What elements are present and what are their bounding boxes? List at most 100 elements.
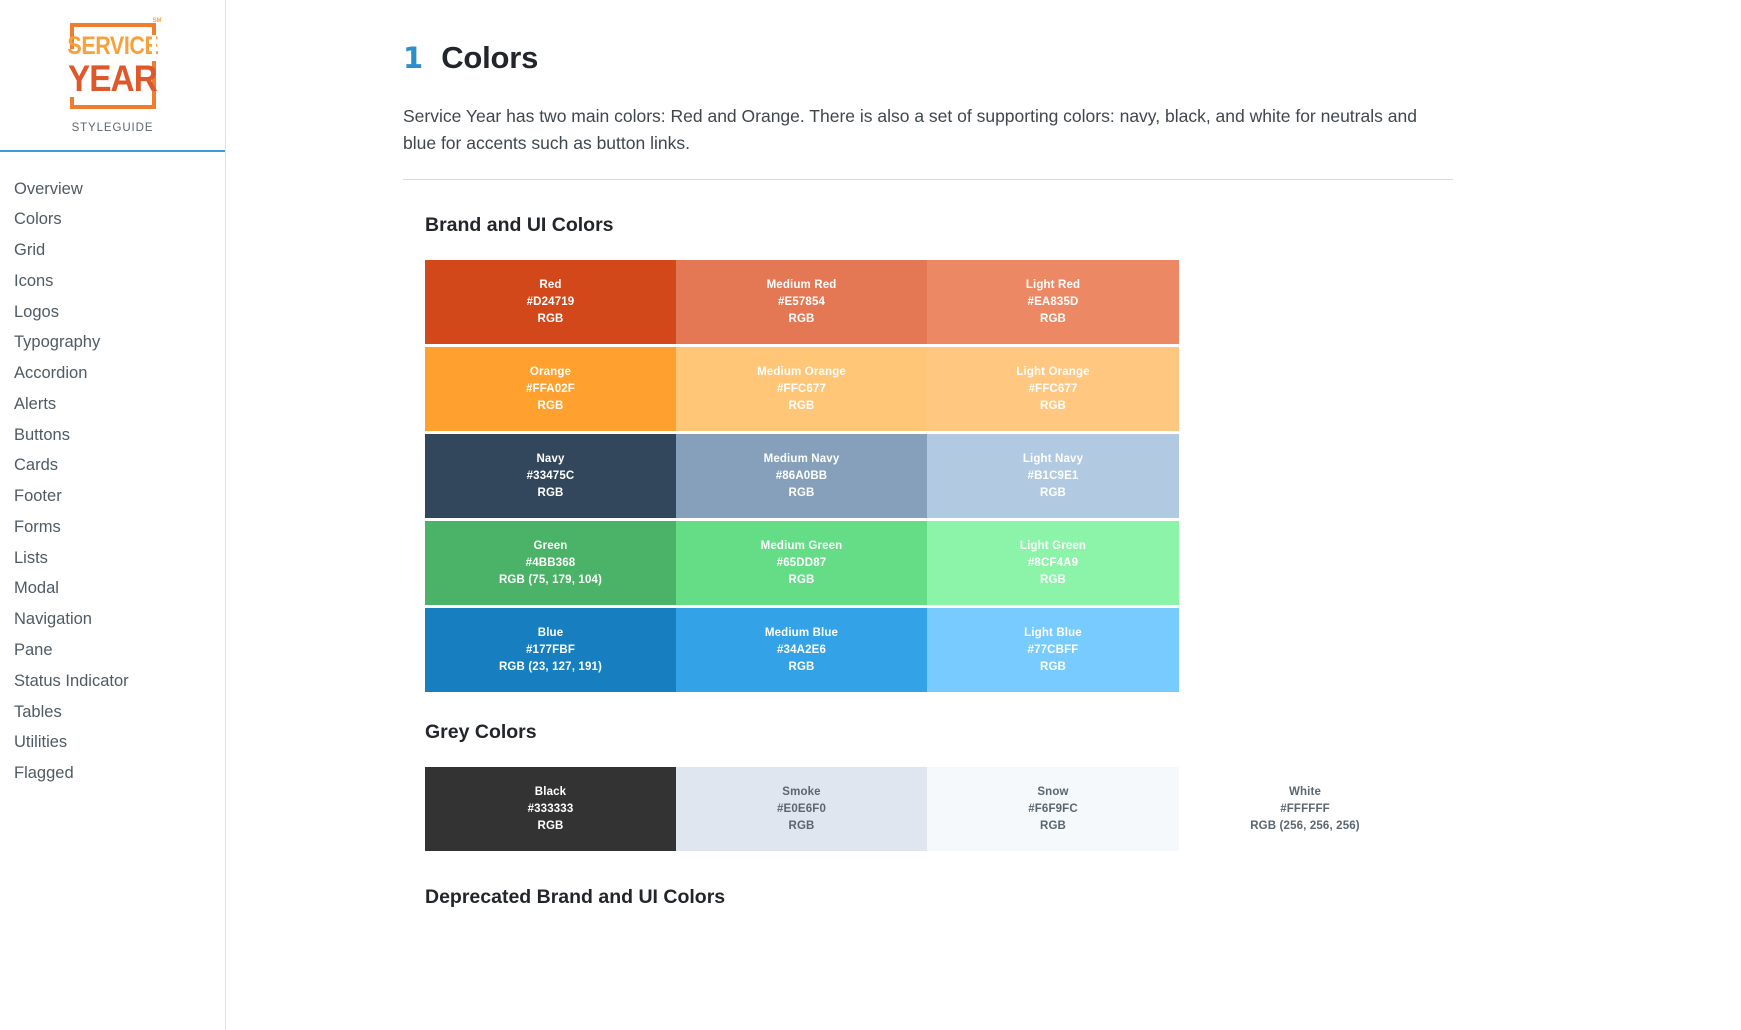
swatch-orange[interactable]: Orange #FFA02F RGB xyxy=(425,347,676,432)
page-heading: Colors xyxy=(441,40,539,75)
sidebar-item-colors[interactable]: Colors xyxy=(0,205,225,236)
sidebar-item-buttons[interactable]: Buttons xyxy=(0,420,225,451)
logo-word-year: YEAR xyxy=(68,58,158,99)
sidebar-item-status-indicator[interactable]: Status Indicator xyxy=(0,666,225,697)
swatch-black[interactable]: Black #333333 RGB xyxy=(425,767,676,852)
swatch-name: Orange xyxy=(529,366,572,379)
sidebar-nav: Overview Colors Grid Icons Logos Typogra… xyxy=(0,152,225,789)
sidebar-item-lists[interactable]: Lists xyxy=(0,543,225,574)
sidebar-item-typography[interactable]: Typography xyxy=(0,328,225,359)
swatch-hex: #177FBF xyxy=(526,643,575,656)
swatch-light-blue[interactable]: Light Blue #77CBFF RGB xyxy=(927,608,1179,693)
swatch-rgb: RGB xyxy=(537,312,564,325)
page-title: 1 Colors xyxy=(403,40,1591,76)
swatch-rgb: RGB xyxy=(1039,486,1066,499)
sidebar-item-overview[interactable]: Overview xyxy=(0,174,225,205)
logo-block[interactable]: SM SERVICE YEAR STYLEGUIDE xyxy=(0,0,225,152)
swatch-name: Medium Red xyxy=(766,279,837,292)
sidebar-item-footer[interactable]: Footer xyxy=(0,482,225,513)
swatch-navy[interactable]: Navy #33475C RGB xyxy=(425,434,676,519)
color-row-orange: Orange #FFA02F RGB Medium Orange #FFC677… xyxy=(425,347,1179,432)
swatch-hex: #FFFFFF xyxy=(1280,802,1330,815)
swatch-hex: #EA835D xyxy=(1027,295,1079,308)
swatch-hex: #E57854 xyxy=(777,295,826,308)
sidebar-item-alerts[interactable]: Alerts xyxy=(0,389,225,420)
swatch-hex: #F6F9FC xyxy=(1028,802,1078,815)
intro-paragraph: Service Year has two main colors: Red an… xyxy=(403,106,1417,154)
swatch-medium-navy[interactable]: Medium Navy #86A0BB RGB xyxy=(676,434,927,519)
swatch-rgb: RGB xyxy=(537,486,564,499)
swatch-hex: #FFA02F xyxy=(526,382,575,395)
swatch-hex: #D24719 xyxy=(526,295,575,308)
swatch-hex: #8CF4A9 xyxy=(1027,556,1079,569)
sidebar-item-accordion[interactable]: Accordion xyxy=(0,359,225,390)
sidebar-item-flagged[interactable]: Flagged xyxy=(0,759,225,790)
swatch-name: Smoke xyxy=(782,786,821,799)
swatch-hex: #65DD87 xyxy=(776,556,827,569)
swatch-hex: #4BB368 xyxy=(525,556,576,569)
swatch-light-green[interactable]: Light Green #8CF4A9 RGB xyxy=(927,521,1179,606)
swatch-hex: #34A2E6 xyxy=(776,643,826,656)
swatch-name: Medium Navy xyxy=(763,453,840,466)
swatch-name: White xyxy=(1288,786,1322,799)
swatch-rgb: RGB (75, 179, 104) xyxy=(498,573,603,586)
swatch-red[interactable]: Red #D24719 RGB xyxy=(425,260,676,345)
swatch-smoke[interactable]: Smoke #E0E6F0 RGB xyxy=(676,767,927,852)
swatch-hex: #FFC677 xyxy=(1028,382,1078,395)
deprecated-colors-heading: Deprecated Brand and UI Colors xyxy=(425,886,726,909)
swatch-rgb: RGB xyxy=(1039,399,1066,412)
swatch-rgb: RGB xyxy=(537,399,564,412)
swatch-light-orange[interactable]: Light Orange #FFC677 RGB xyxy=(927,347,1179,432)
swatch-light-red[interactable]: Light Red #EA835D RGB xyxy=(927,260,1179,345)
section-number: 1 xyxy=(403,41,424,75)
swatch-rgb: RGB (256, 256, 256) xyxy=(1250,819,1360,832)
swatch-medium-green[interactable]: Medium Green #65DD87 RGB xyxy=(676,521,927,606)
swatch-hex: #B1C9E1 xyxy=(1027,469,1079,482)
swatch-hex: #77CBFF xyxy=(1027,643,1079,656)
swatch-medium-blue[interactable]: Medium Blue #34A2E6 RGB xyxy=(676,608,927,693)
swatch-rgb: RGB xyxy=(1039,660,1066,673)
sidebar-item-pane[interactable]: Pane xyxy=(0,635,225,666)
main-content: 1 Colors Service Year has two main color… xyxy=(226,0,1741,1030)
sidebar-item-cards[interactable]: Cards xyxy=(0,451,225,482)
swatch-rgb: RGB xyxy=(1039,819,1066,832)
grey-colors-heading: Grey Colors xyxy=(425,721,537,744)
sidebar-item-logos[interactable]: Logos xyxy=(0,297,225,328)
swatch-green[interactable]: Green #4BB368 RGB (75, 179, 104) xyxy=(425,521,676,606)
swatch-hex: #86A0BB xyxy=(775,469,828,482)
divider xyxy=(403,179,1453,181)
brand-color-grid: Red #D24719 RGB Medium Red #E57854 RGB L… xyxy=(425,260,1591,693)
swatch-name: Navy xyxy=(536,453,565,466)
color-row-grey: Black #333333 RGB Smoke #E0E6F0 RGB Snow… xyxy=(425,767,1435,852)
swatch-name: Green xyxy=(533,540,568,553)
color-row-green: Green #4BB368 RGB (75, 179, 104) Medium … xyxy=(425,521,1179,606)
swatch-rgb: RGB (23, 127, 191) xyxy=(498,660,603,673)
swatch-name: Red xyxy=(539,279,562,292)
sidebar-item-navigation[interactable]: Navigation xyxy=(0,605,225,636)
swatch-rgb: RGB xyxy=(788,399,815,412)
logo-word-service: SERVICE xyxy=(67,32,158,60)
swatch-name: Medium Blue xyxy=(764,627,839,640)
swatch-light-navy[interactable]: Light Navy #B1C9E1 RGB xyxy=(927,434,1179,519)
swatch-rgb: RGB xyxy=(1039,573,1066,586)
sidebar-item-forms[interactable]: Forms xyxy=(0,512,225,543)
sidebar: SM SERVICE YEAR STYLEGUIDE Overview Colo… xyxy=(0,0,226,1030)
sidebar-item-grid[interactable]: Grid xyxy=(0,236,225,267)
swatch-white[interactable]: White #FFFFFF RGB (256, 256, 256) xyxy=(1179,767,1431,852)
sidebar-item-tables[interactable]: Tables xyxy=(0,697,225,728)
logo-caption: STYLEGUIDE xyxy=(71,121,154,134)
sidebar-item-modal[interactable]: Modal xyxy=(0,574,225,605)
sidebar-item-utilities[interactable]: Utilities xyxy=(0,728,225,759)
swatch-rgb: RGB xyxy=(1039,312,1066,325)
swatch-name: Medium Orange xyxy=(757,366,846,379)
swatch-name: Light Blue xyxy=(1024,627,1082,640)
swatch-medium-red[interactable]: Medium Red #E57854 RGB xyxy=(676,260,927,345)
swatch-rgb: RGB xyxy=(537,819,564,832)
sidebar-item-icons[interactable]: Icons xyxy=(0,266,225,297)
service-year-logo-icon: SM SERVICE YEAR xyxy=(67,18,162,109)
swatch-blue[interactable]: Blue #177FBF RGB (23, 127, 191) xyxy=(425,608,676,693)
swatch-medium-orange[interactable]: Medium Orange #FFC677 RGB xyxy=(676,347,927,432)
swatch-snow[interactable]: Snow #F6F9FC RGB xyxy=(927,767,1179,852)
swatch-name: Light Red xyxy=(1025,279,1081,292)
swatch-name: Light Orange xyxy=(1016,366,1090,379)
